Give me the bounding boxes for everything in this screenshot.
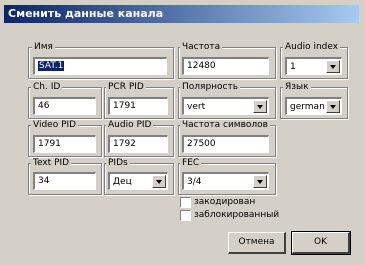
pcr-pid-label: PCR PID (106, 82, 146, 92)
ch-id-field[interactable]: 46 (33, 97, 96, 115)
dialog-window: Сменить данные канала Имя SAT.1 Частота … (0, 0, 365, 265)
chevron-down-icon[interactable] (326, 100, 340, 113)
symbol-rate-label: Частота символов (180, 120, 270, 130)
name-value: SAT.1 (38, 61, 65, 71)
video-pid-label: Video PID (31, 120, 79, 130)
pids-select[interactable]: Дец (108, 172, 168, 190)
video-pid-field[interactable]: 1791 (33, 135, 96, 153)
encoded-checkbox[interactable] (180, 197, 191, 208)
name-field[interactable]: SAT.1 (33, 57, 167, 75)
locked-checkbox[interactable] (180, 210, 191, 221)
chevron-down-icon[interactable] (253, 175, 267, 188)
locked-label: заблокированный (194, 210, 280, 220)
audio-pid-field[interactable]: 1792 (108, 135, 168, 153)
frequency-field[interactable]: 12480 (182, 57, 269, 75)
fec-select[interactable]: 3/4 (182, 172, 269, 190)
window-title: Сменить данные канала (4, 5, 359, 23)
chevron-down-icon[interactable] (253, 100, 267, 113)
pids-label: PIDs (106, 158, 130, 168)
audio-index-value: 1 (290, 62, 296, 72)
cancel-button[interactable]: Отмена (228, 232, 286, 254)
language-label: Язык (283, 82, 311, 92)
name-label: Имя (32, 42, 55, 52)
audio-pid-label: Audio PID (106, 120, 154, 130)
pids-value: Дец (113, 177, 132, 187)
fec-label: FEC (180, 158, 202, 168)
audio-index-select[interactable]: 1 (285, 57, 342, 75)
ch-id-label: Ch. ID (31, 82, 63, 92)
text-pid-field[interactable]: 34 (33, 172, 96, 190)
text-pid-label: Text PID (31, 158, 72, 168)
polarity-value: vert (187, 102, 206, 112)
language-value: german (290, 102, 325, 112)
chevron-down-icon[interactable] (152, 175, 166, 188)
audio-index-label: Audio index (283, 42, 341, 52)
pcr-pid-field[interactable]: 1791 (108, 97, 168, 115)
language-select[interactable]: german (285, 97, 342, 115)
frequency-label: Частота (180, 42, 223, 52)
ok-button[interactable]: OK (291, 231, 351, 255)
polarity-label: Полярность (180, 82, 241, 92)
polarity-select[interactable]: vert (182, 97, 269, 115)
symbol-rate-field[interactable]: 27500 (182, 135, 269, 153)
chevron-down-icon[interactable] (326, 60, 340, 73)
encoded-label: закодирован (194, 197, 256, 207)
fec-value: 3/4 (187, 177, 202, 187)
